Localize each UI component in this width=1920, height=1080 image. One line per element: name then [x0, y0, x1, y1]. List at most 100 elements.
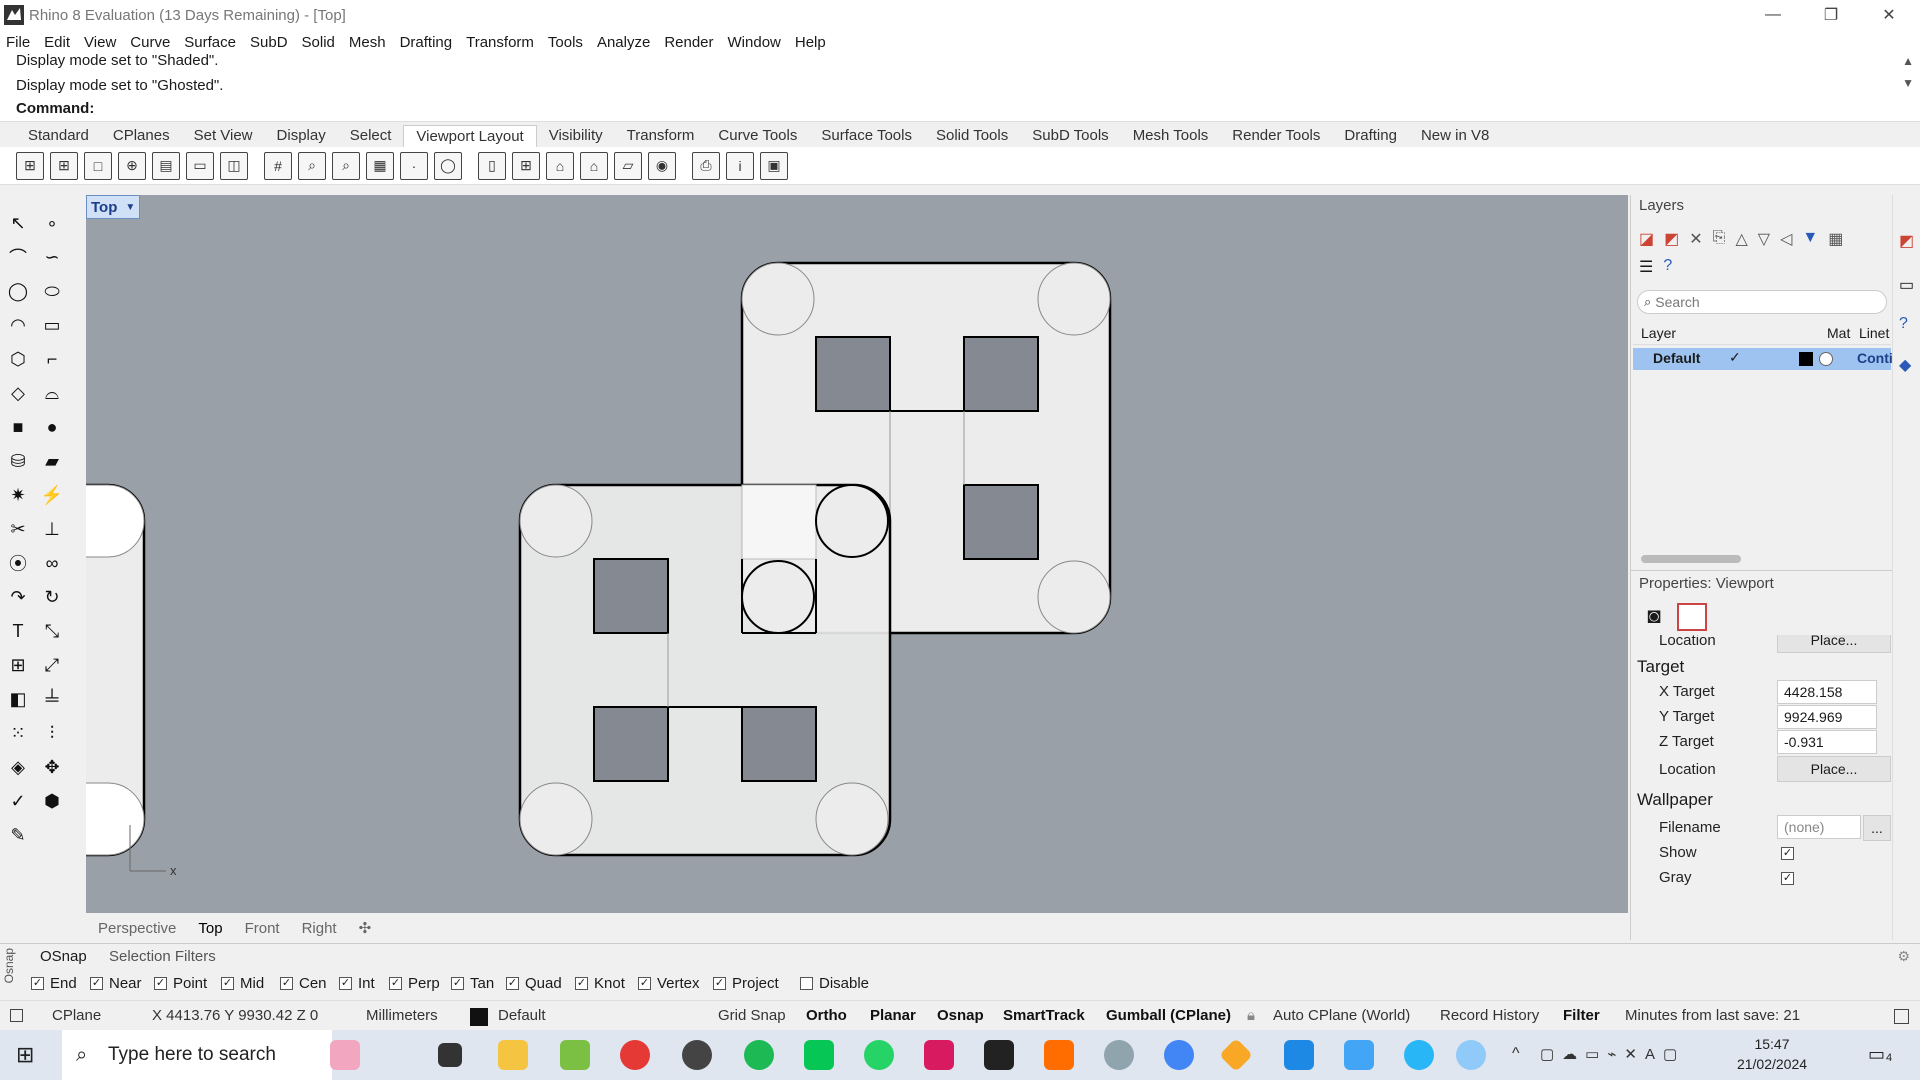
history-icon[interactable]: ⫶	[38, 719, 66, 747]
tab-transform[interactable]: Transform	[615, 125, 707, 147]
windows-start-icon[interactable]: ⊞	[16, 1042, 34, 1068]
taskbar-date[interactable]: 21/02/2024	[1722, 1056, 1822, 1072]
layout-arrange-icon[interactable]: ⌂	[580, 151, 608, 180]
gumball-icon[interactable]: ✥	[38, 753, 66, 781]
zoom-extents-icon[interactable]: ⌕	[298, 151, 326, 180]
split-horizontal-icon[interactable]: ▭	[186, 151, 214, 180]
tab-front[interactable]: Front	[245, 920, 280, 937]
sweep-icon[interactable]: ⌓	[38, 379, 66, 407]
osnap-project[interactable]: ✓ Project	[713, 975, 779, 992]
browse-button[interactable]: ...	[1863, 815, 1891, 841]
z-target-field[interactable]: -0.931	[1777, 730, 1877, 754]
tab-set-view[interactable]: Set View	[182, 125, 265, 147]
top-viewport[interactable]: x	[85, 195, 1628, 913]
panel-toggle-icon[interactable]	[10, 1009, 23, 1022]
detail-icon[interactable]: ⊞	[512, 151, 540, 180]
box-icon[interactable]: ■	[4, 413, 32, 441]
filename-field[interactable]: (none)	[1777, 815, 1861, 839]
text-icon[interactable]: T	[4, 617, 32, 645]
place-button[interactable]: Place...	[1777, 756, 1891, 782]
tab-select[interactable]: Select	[338, 125, 404, 147]
four-viewports-icon[interactable]: ⊞	[16, 151, 44, 180]
file-explorer-icon[interactable]	[498, 1040, 528, 1070]
taskbar-time[interactable]: 15:47	[1732, 1036, 1812, 1052]
grid-array-icon[interactable]: ⁙	[4, 719, 32, 747]
partial-shape-left[interactable]	[85, 483, 146, 857]
table-icon[interactable]: ▦	[1828, 229, 1843, 249]
tab-display[interactable]: Display	[265, 125, 338, 147]
light-icon[interactable]: ⚡	[38, 481, 66, 509]
tab-subd-tools[interactable]: SubD Tools	[1020, 125, 1120, 147]
menu-icon[interactable]: ☰	[1639, 257, 1653, 277]
viewport-title[interactable]: Top ▼	[86, 195, 141, 219]
new-sublayer-icon[interactable]: ◩	[1664, 229, 1679, 249]
tab-visibility[interactable]: Visibility	[537, 125, 615, 147]
circle-icon[interactable]: ◯	[4, 277, 32, 305]
move-up-icon[interactable]: △	[1735, 229, 1747, 249]
filter-toggle[interactable]: Filter	[1563, 1007, 1600, 1024]
menu-help[interactable]: Help	[795, 34, 826, 51]
whatsapp-icon[interactable]	[864, 1040, 894, 1070]
rhino-launcher-icon[interactable]	[1104, 1040, 1134, 1070]
zoom-window-icon[interactable]: ⌕	[332, 151, 360, 180]
restore-button[interactable]: ❐	[1802, 0, 1860, 30]
tab-selection-filters[interactable]: Selection Filters	[109, 948, 216, 965]
maximize-viewport-icon[interactable]: □	[84, 151, 112, 180]
tab-perspective[interactable]: Perspective	[98, 920, 176, 937]
new-layer-icon[interactable]: ◪	[1639, 229, 1654, 249]
help-panel-icon[interactable]: ?	[1899, 315, 1908, 333]
menu-solid[interactable]: Solid	[302, 34, 335, 51]
show-checkbox[interactable]: ✓	[1781, 847, 1794, 860]
status-units[interactable]: Millimeters	[366, 1007, 438, 1024]
layer-row-default[interactable]: Default ✓ Conti	[1633, 348, 1893, 370]
boolean-icon[interactable]: ⦿	[4, 549, 32, 577]
planar-toggle[interactable]: Planar	[870, 1007, 916, 1024]
floating-viewport-icon[interactable]: ▤	[152, 151, 180, 180]
osnap-int[interactable]: ✓ Int	[339, 975, 375, 992]
menu-analyze[interactable]: Analyze	[597, 34, 650, 51]
taskbar-search[interactable]: ⌕ Type here to search	[62, 1030, 332, 1080]
app-diamond-icon[interactable]	[1344, 1040, 1374, 1070]
layer-col-linetype[interactable]: Linet	[1859, 325, 1889, 341]
paint-icon[interactable]: ✎	[4, 821, 32, 849]
ruler-icon[interactable]: ╧	[38, 685, 66, 713]
filter-icon[interactable]: ▼	[1802, 229, 1818, 249]
render-icon[interactable]: ⬢	[38, 787, 66, 815]
help-icon[interactable]: ?	[1663, 257, 1672, 277]
grid-icon[interactable]: #	[264, 151, 292, 180]
layer-color-swatch[interactable]	[1799, 352, 1813, 366]
tab-osnap[interactable]: OSnap	[40, 948, 87, 965]
osnap-end[interactable]: ✓ End	[31, 975, 77, 992]
osnap-point[interactable]: ✓ Point	[154, 975, 207, 992]
layers-scrollbar[interactable]	[1641, 555, 1741, 563]
close-button[interactable]: ✕	[1860, 0, 1918, 30]
layer-col-name[interactable]: Layer	[1641, 325, 1676, 341]
delete-icon[interactable]: ✕	[1689, 229, 1702, 249]
auto-cplane-toggle[interactable]: Auto CPlane (World)	[1273, 1007, 1410, 1024]
new-viewport-icon[interactable]: ⊕	[118, 151, 146, 180]
move-down-icon[interactable]: ▽	[1758, 229, 1770, 249]
osnap-mid[interactable]: ✓ Mid	[221, 975, 264, 992]
menu-edit[interactable]: Edit	[44, 34, 70, 51]
material-swatch[interactable]	[1819, 352, 1833, 366]
osnap-vertex[interactable]: ✓ Vertex	[638, 975, 700, 992]
layout-folder-icon[interactable]: ▱	[614, 151, 642, 180]
move-left-icon[interactable]: ◁	[1780, 229, 1792, 249]
osnap-tan[interactable]: ✓ Tan	[451, 975, 494, 992]
add-viewport-icon[interactable]: ✣	[359, 919, 372, 937]
spotify-icon[interactable]	[744, 1040, 774, 1070]
curve-icon[interactable]: ∽	[38, 243, 66, 271]
tab-standard[interactable]: Standard	[16, 125, 101, 147]
array-icon[interactable]: ⊞	[4, 651, 32, 679]
tab-solid-tools[interactable]: Solid Tools	[924, 125, 1020, 147]
trim-icon[interactable]: ✂	[4, 515, 32, 543]
rotate-icon[interactable]: ↻	[38, 583, 66, 611]
osnap-near[interactable]: ✓ Near	[90, 975, 142, 992]
audio-app-icon[interactable]	[620, 1040, 650, 1070]
line-app-icon[interactable]	[804, 1040, 834, 1070]
menu-render[interactable]: Render	[664, 34, 713, 51]
grid-snap-toggle[interactable]: Grid Snap	[718, 1007, 786, 1024]
osnap-perp[interactable]: ✓ Perp	[389, 975, 440, 992]
rhino-taskbar-icon[interactable]	[984, 1040, 1014, 1070]
tab-render-tools[interactable]: Render Tools	[1220, 125, 1332, 147]
